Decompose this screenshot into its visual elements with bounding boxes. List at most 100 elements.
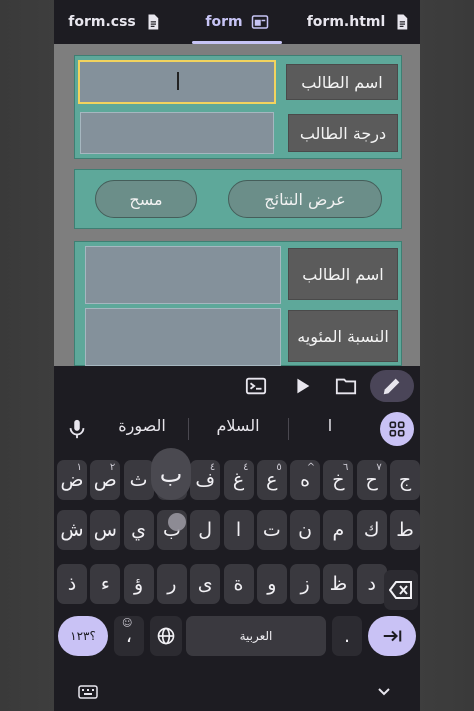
letter-key[interactable]: ث <box>123 460 154 500</box>
key-label: س <box>93 519 117 541</box>
letter-key[interactable]: ل <box>190 510 221 550</box>
letter-key[interactable]: ك <box>356 510 387 550</box>
keyboard-menu-button[interactable] <box>380 412 414 446</box>
editor-tabs: form.css form form.html <box>54 0 420 44</box>
key-hint: ٤ <box>243 462 249 473</box>
letter-key[interactable]: م <box>323 510 354 550</box>
letter-key[interactable]: ز <box>290 564 321 604</box>
letter-key[interactable]: س <box>90 510 121 550</box>
tab-label: form <box>205 14 243 30</box>
letter-key[interactable]: ء <box>90 564 121 604</box>
letter-key[interactable]: ح٧ <box>356 460 387 500</box>
key-hint: ٢ <box>109 462 116 473</box>
app-frame: form.css form form.html اسم الطالب درجة … <box>54 0 420 711</box>
letter-key[interactable]: ع٥ <box>256 460 287 500</box>
globe-icon <box>157 627 175 645</box>
results-panel: اسم الطالب النسبة المئويه <box>74 241 402 366</box>
run-button[interactable] <box>288 372 316 400</box>
suggestion-separator <box>288 418 289 440</box>
edit-button[interactable] <box>370 370 414 402</box>
letter-key[interactable]: ظ <box>323 564 354 604</box>
letter-key[interactable]: خ٦ <box>323 460 354 500</box>
letter-key[interactable]: ش <box>57 510 87 550</box>
terminal-button[interactable] <box>242 372 270 400</box>
key-label: ا <box>235 519 242 541</box>
letter-key[interactable]: د <box>356 564 387 604</box>
letter-key[interactable]: غ٤ <box>223 460 254 500</box>
key-label: ن <box>298 519 313 541</box>
student-grade-input[interactable] <box>80 112 274 154</box>
letter-key[interactable]: ى <box>190 564 221 604</box>
emoji-comma-key[interactable]: ، ☺ <box>114 616 144 656</box>
letter-key[interactable]: ج <box>390 460 420 500</box>
result-name-label: اسم الطالب <box>288 248 398 300</box>
tab-form-html[interactable]: form.html <box>298 0 420 44</box>
keyboard-hide-icon[interactable] <box>78 682 98 702</box>
key-label: ؤ <box>134 573 144 595</box>
letter-key[interactable]: ي <box>123 510 154 550</box>
tab-label: form.css <box>68 14 136 30</box>
chevron-down-icon[interactable] <box>374 682 394 702</box>
folder-icon <box>335 378 357 395</box>
letter-key[interactable]: ذ <box>57 564 87 604</box>
enter-key[interactable] <box>368 616 416 656</box>
student-grade-label: درجة الطالب <box>288 114 398 152</box>
key-hint: ٤ <box>209 462 216 473</box>
form-preview: اسم الطالب درجة الطالب مسح عرض النتائج ا… <box>54 44 420 366</box>
key-label: ل <box>198 519 213 541</box>
key-label: م <box>332 519 345 541</box>
key-label: ة <box>233 573 244 595</box>
key-hint: ٥ <box>276 462 282 473</box>
clear-button[interactable]: مسح <box>95 180 197 218</box>
suggestion-item[interactable]: السلام <box>206 416 270 435</box>
student-name-input[interactable] <box>78 60 276 104</box>
suggestion-item[interactable]: الصورة <box>112 416 172 435</box>
keyboard-suggestions: الصورة السلام ا <box>54 406 420 452</box>
letter-key[interactable]: ا <box>223 510 254 550</box>
key-label: ظ <box>329 573 348 595</box>
key-label: ك <box>363 519 380 541</box>
letter-key[interactable]: ف٤ <box>190 460 221 500</box>
key-label: و <box>267 573 277 595</box>
suggestion-separator <box>188 418 189 440</box>
result-name-output <box>85 246 281 304</box>
folder-button[interactable] <box>332 372 360 400</box>
grid-icon <box>389 421 405 437</box>
result-percent-label: النسبة المئويه <box>288 310 398 362</box>
key-label: د <box>367 573 376 595</box>
letter-key[interactable]: ط <box>390 510 420 550</box>
delete-key[interactable] <box>384 570 418 610</box>
letter-key[interactable]: ن <box>290 510 321 550</box>
symbols-key[interactable]: ؟١٢٣ <box>58 616 108 656</box>
show-results-button[interactable]: عرض النتائج <box>228 180 382 218</box>
tab-form-preview[interactable]: form <box>176 0 298 44</box>
emoji-icon: ☺ <box>122 618 133 629</box>
letter-key[interactable]: ت <box>256 510 287 550</box>
letter-key[interactable]: ة <box>223 564 254 604</box>
touch-indicator <box>168 513 186 531</box>
letter-key[interactable]: ص٢ <box>90 460 121 500</box>
input-panel: اسم الطالب درجة الطالب <box>74 55 402 159</box>
letter-key[interactable]: ؤ <box>123 564 154 604</box>
backspace-icon <box>389 581 412 599</box>
letter-key[interactable]: ه ^ <box>290 460 321 500</box>
suggestion-item[interactable]: ا <box>310 416 350 435</box>
key-hint: ٦ <box>343 462 349 473</box>
key-label: ي <box>131 519 147 541</box>
voice-input-button[interactable] <box>62 414 92 444</box>
key-label: ذ <box>67 573 77 595</box>
period-key[interactable]: . <box>332 616 362 656</box>
key-label: ج <box>398 469 412 491</box>
next-arrow-icon <box>383 630 402 642</box>
space-key[interactable]: العربية <box>186 616 326 656</box>
key-label: ت <box>262 519 281 541</box>
key-label: ء <box>100 573 110 595</box>
letter-key[interactable]: و <box>256 564 287 604</box>
language-key[interactable] <box>150 616 182 656</box>
text-caret <box>177 72 179 90</box>
file-icon <box>148 14 158 30</box>
letter-key[interactable]: ر <box>156 564 187 604</box>
editor-toolbar <box>54 366 420 406</box>
letter-key[interactable]: ض١ <box>57 460 87 500</box>
tab-form-css[interactable]: form.css <box>54 0 176 44</box>
